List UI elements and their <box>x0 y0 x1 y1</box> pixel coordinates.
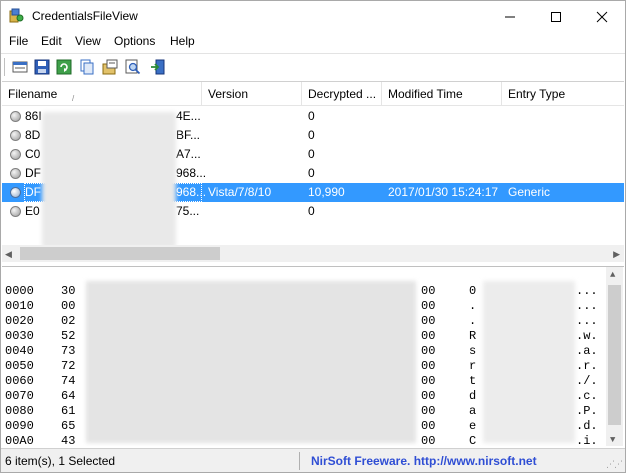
scrollbar-thumb[interactable] <box>608 285 621 425</box>
redacted-filenames <box>42 112 176 248</box>
resize-grip-icon[interactable]: ⋰⋰ <box>606 459 623 470</box>
decrypted-size-cell: 0 <box>308 147 315 161</box>
decrypted-size-cell: 10,990 <box>308 185 345 199</box>
redacted-ascii <box>483 281 575 443</box>
filename-end: A7... <box>176 147 201 161</box>
status-bar: 6 item(s), 1 Selected NirSoft Freeware. … <box>1 448 625 472</box>
filename-start: 8D <box>25 128 41 142</box>
decrypted-size-cell: 0 <box>308 204 315 218</box>
menu-options[interactable]: Options <box>114 34 155 48</box>
title-bar[interactable]: CredentialsFileView <box>1 1 625 32</box>
find-button[interactable] <box>123 57 143 77</box>
filename-end: 4E... <box>176 109 201 123</box>
column-modified-time[interactable]: Modified Time <box>382 82 502 106</box>
decrypted-size-cell: 0 <box>308 128 315 142</box>
credential-file-icon <box>10 187 21 198</box>
scroll-left-icon[interactable]: ◀ <box>5 249 12 260</box>
refresh-button[interactable] <box>54 57 74 77</box>
redacted-hex-bytes <box>86 281 416 443</box>
window-title: CredentialsFileView <box>32 9 138 23</box>
credential-file-icon <box>10 206 21 217</box>
modified-time-cell: 2017/01/30 15:24:17 <box>388 185 499 199</box>
maximize-button[interactable] <box>533 1 579 32</box>
filename-end: 75... <box>176 204 200 218</box>
toolbar-grip <box>4 58 6 76</box>
scroll-right-icon[interactable]: ▶ <box>613 249 620 260</box>
copy-icon <box>80 59 94 75</box>
column-filename[interactable]: Filename / <box>2 82 202 106</box>
maximize-icon <box>551 11 561 22</box>
exit-button[interactable] <box>148 57 168 77</box>
html-report-button[interactable] <box>100 57 120 77</box>
close-button[interactable] <box>579 1 625 32</box>
column-decrypted-size[interactable]: Decrypted ... <box>302 82 382 106</box>
save-button[interactable] <box>32 57 52 77</box>
filename-start: C0 <box>25 147 41 161</box>
column-entry-type[interactable]: Entry Type <box>502 82 624 106</box>
menu-file[interactable]: File <box>9 34 28 48</box>
credential-file-icon <box>10 149 21 160</box>
item-count-status: 6 item(s), 1 Selected <box>5 454 116 468</box>
menu-view[interactable]: View <box>75 34 101 48</box>
credentials-list[interactable]: Filename / Version Decrypted ... Modifie… <box>2 81 624 263</box>
properties-icon <box>12 61 28 73</box>
properties-button[interactable] <box>10 57 30 77</box>
hex-vertical-scrollbar[interactable]: ▲ ▼ <box>606 267 623 446</box>
menu-help[interactable]: Help <box>170 34 195 48</box>
decrypted-size-cell: 0 <box>308 166 315 180</box>
version-cell: Vista/7/8/10 <box>208 185 272 199</box>
credential-file-icon <box>10 111 21 122</box>
filename-start: DF <box>25 185 41 199</box>
menu-bar: File Edit View Options Help <box>1 32 625 52</box>
nirsoft-link[interactable]: NirSoft Freeware. http://www.nirsoft.net <box>311 454 537 468</box>
filename-start: E0 <box>25 204 40 218</box>
copy-button[interactable] <box>77 57 97 77</box>
minimize-icon <box>505 16 515 17</box>
filename-start: DF <box>25 166 41 180</box>
scrollbar-thumb[interactable] <box>20 247 220 260</box>
exit-icon <box>151 59 165 75</box>
find-icon <box>125 59 141 75</box>
filename-end: BF... <box>176 128 201 142</box>
options-icon <box>102 59 118 75</box>
close-icon <box>596 11 608 22</box>
status-divider <box>299 452 300 470</box>
scroll-down-icon[interactable]: ▼ <box>610 435 615 445</box>
app-key-icon <box>9 8 25 24</box>
refresh-icon <box>56 59 72 75</box>
app-window: CredentialsFileView File Edit View Optio… <box>0 0 626 473</box>
entry-type-cell: Generic <box>508 185 551 199</box>
hex-dump-pane[interactable]: 0000 30 00 0... 0010 00 00.... 0020 02 00.... 0… <box>2 266 624 446</box>
sort-ascending-icon: / <box>72 94 75 103</box>
decrypted-size-cell: 0 <box>308 109 315 123</box>
credential-file-icon <box>10 168 21 179</box>
column-version[interactable]: Version <box>202 82 302 106</box>
menu-edit[interactable]: Edit <box>41 34 62 48</box>
credential-file-icon <box>10 130 21 141</box>
filename-end: 968... <box>176 166 207 180</box>
save-icon <box>34 59 50 75</box>
filename-end: 968... <box>176 185 207 199</box>
toolbar <box>1 53 625 79</box>
list-header: Filename / Version Decrypted ... Modifie… <box>2 82 624 106</box>
minimize-button[interactable] <box>487 1 533 32</box>
filename-start: 86I <box>25 109 42 123</box>
scroll-up-icon[interactable]: ▲ <box>610 270 615 280</box>
list-horizontal-scrollbar[interactable]: ◀ ▶ <box>2 245 624 262</box>
